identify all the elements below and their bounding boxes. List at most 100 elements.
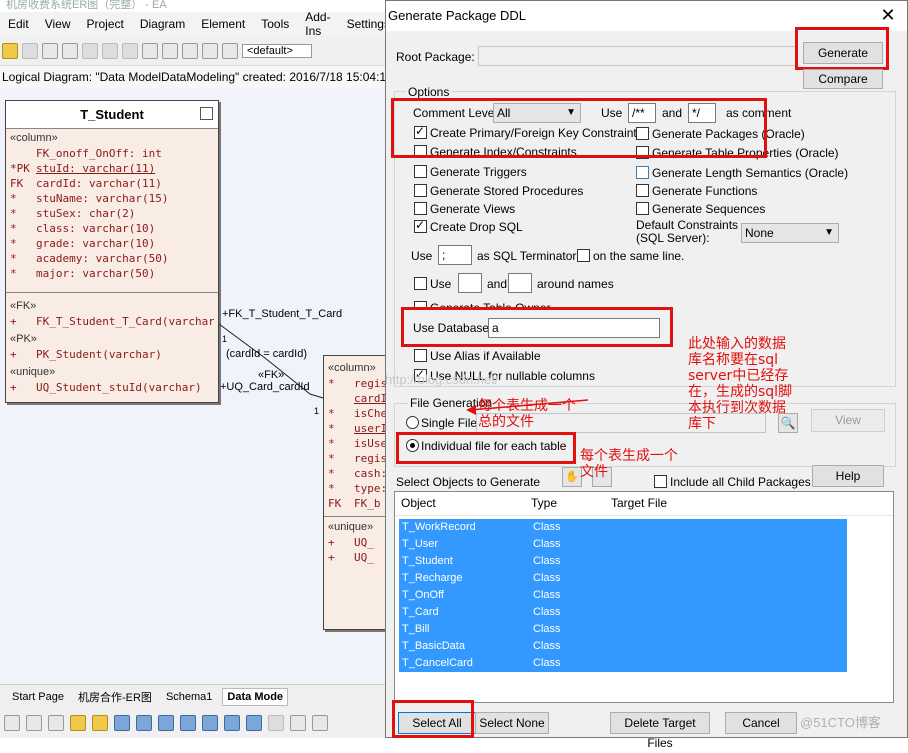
close-icon[interactable]: ✕	[879, 6, 897, 24]
tools-icon[interactable]	[312, 715, 328, 731]
redo-icon[interactable]	[122, 42, 138, 59]
table-row[interactable]: T_WorkRecord Class	[399, 519, 847, 536]
delete-target-button[interactable]: Delete Target Files	[610, 712, 710, 750]
menu-diagram[interactable]: Diagram	[132, 17, 193, 31]
functions-checkbox[interactable]	[636, 184, 649, 197]
diagram-header: Logical Diagram: "Data ModelDataModeling…	[0, 66, 385, 88]
table-row[interactable]: T_OnOff Class	[399, 587, 847, 604]
index-checkbox[interactable]	[414, 145, 427, 158]
save-icon[interactable]	[22, 42, 38, 59]
search-doc-icon[interactable]	[222, 42, 238, 59]
same-line-checkbox[interactable]	[577, 249, 590, 262]
drop-sql-checkbox[interactable]	[414, 218, 427, 233]
zoom-reset-icon[interactable]	[268, 715, 284, 731]
generate-button[interactable]: Generate	[803, 42, 883, 64]
select-none-button[interactable]: Select None	[475, 712, 549, 734]
use-alias-checkbox[interactable]	[414, 349, 427, 362]
cut-icon[interactable]	[42, 42, 58, 59]
terminator-field[interactable]: ;	[438, 245, 472, 265]
default-constraints-select[interactable]: None ▼	[741, 223, 839, 243]
table-header: Object Type Target File	[395, 492, 893, 516]
table-row[interactable]: T_Recharge Class	[399, 570, 847, 587]
open-folder-icon[interactable]	[2, 42, 18, 59]
names-use-checkbox[interactable]	[414, 277, 427, 290]
diagram-canvas[interactable]: T_Student «column» FK_onoff_OnOff: int *…	[0, 88, 403, 684]
compare-button[interactable]: Compare	[803, 69, 883, 89]
tab-start-page[interactable]: Start Page	[8, 689, 68, 705]
col-target-file[interactable]: Target File	[611, 496, 667, 510]
table-owner-checkbox[interactable]	[414, 301, 427, 314]
names-open-field[interactable]	[458, 273, 482, 293]
undo-icon[interactable]	[102, 42, 118, 59]
single-file-annotation: 每个表生成一个 总的文件	[478, 398, 576, 430]
views-checkbox[interactable]	[414, 202, 427, 215]
style-combo[interactable]: <default>	[242, 43, 312, 58]
comment-close-field[interactable]: */	[688, 103, 716, 123]
names-close-field[interactable]	[508, 273, 532, 293]
forward-icon[interactable]	[136, 715, 152, 731]
table-row[interactable]: T_Student Class	[399, 553, 847, 570]
packages-oracle-checkbox[interactable]	[636, 127, 649, 140]
menu-element[interactable]: Element	[193, 17, 253, 31]
cancel-button[interactable]: Cancel	[725, 712, 797, 734]
properties-icon[interactable]	[202, 42, 218, 59]
root-package-field	[478, 46, 796, 66]
ungroup-icon[interactable]	[92, 715, 108, 731]
terminator-label: as SQL Terminator	[477, 249, 577, 263]
view-button[interactable]: View	[811, 409, 885, 432]
include-child-label: Include all Child Packages	[670, 475, 811, 489]
zoom-fit-icon[interactable]	[224, 715, 240, 731]
connector-condition: (cardId = cardId)	[226, 348, 308, 360]
zoom-in-icon[interactable]	[180, 715, 196, 731]
col-object[interactable]: Object	[401, 496, 436, 510]
align-icon[interactable]	[4, 715, 20, 731]
layout-icon[interactable]	[48, 715, 64, 731]
use-database-field[interactable]: a	[488, 318, 660, 338]
individual-file-radio[interactable]	[406, 439, 419, 452]
comment-and-label: and	[662, 106, 683, 120]
table-row[interactable]: T_Card Class	[399, 604, 847, 621]
zoom-out-icon[interactable]	[202, 715, 218, 731]
table-row[interactable]: T_User Class	[399, 536, 847, 553]
comment-level-select[interactable]: All ▼	[493, 103, 581, 123]
help-button[interactable]: Help	[812, 465, 884, 487]
tab-er-diagram[interactable]: 机房合作-ER图	[74, 687, 156, 707]
comment-open-field[interactable]: /**	[628, 103, 656, 123]
length-semantics-checkbox[interactable]	[636, 166, 649, 179]
paste-icon[interactable]	[82, 42, 98, 59]
print-icon[interactable]	[182, 42, 198, 59]
chevron-down-icon: ▼	[566, 107, 576, 118]
distribute-icon[interactable]	[26, 715, 42, 731]
sequences-checkbox[interactable]	[636, 202, 649, 215]
table-row[interactable]: T_Bill Class	[399, 621, 847, 638]
col-type[interactable]: Type	[531, 496, 557, 510]
objects-table[interactable]: Object Type Target File T_WorkRecord Clas…	[394, 491, 894, 703]
menu-tools[interactable]: Tools	[253, 17, 297, 31]
hand-icon[interactable]: ✋	[562, 467, 582, 487]
find-icon[interactable]	[142, 42, 158, 59]
copy-icon[interactable]	[62, 42, 78, 59]
menu-view[interactable]: View	[37, 17, 79, 31]
tree-icon[interactable]	[290, 715, 306, 731]
pk-fk-checkbox[interactable]	[414, 124, 427, 139]
select-all-button[interactable]: Select All	[398, 712, 476, 734]
group-icon[interactable]	[70, 715, 86, 731]
triggers-checkbox[interactable]	[414, 165, 427, 178]
menu-project[interactable]: Project	[78, 17, 131, 31]
table-props-checkbox[interactable]	[636, 146, 649, 159]
menu-addins[interactable]: Add-Ins	[297, 10, 338, 38]
menu-edit[interactable]: Edit	[0, 17, 37, 31]
generate-ddl-dialog: Generate Package DDL ✕ Root Package: Gen…	[385, 0, 908, 750]
drop-sql-label: Create Drop SQL	[430, 220, 523, 234]
back-icon[interactable]	[114, 715, 130, 731]
stored-proc-checkbox[interactable]	[414, 184, 427, 197]
tab-schema1[interactable]: Schema1	[162, 689, 216, 705]
zoom-100-icon[interactable]	[246, 715, 262, 731]
home-icon[interactable]	[158, 715, 174, 731]
table-row[interactable]: T_BasicData Class	[399, 638, 847, 655]
main-toolbar: <default>	[0, 36, 385, 66]
tab-data-model[interactable]: Data Mode	[222, 687, 289, 706]
table-row[interactable]: T_CancelCard Class	[399, 655, 847, 672]
document-icon[interactable]	[162, 42, 178, 59]
single-file-radio[interactable]	[406, 416, 419, 429]
